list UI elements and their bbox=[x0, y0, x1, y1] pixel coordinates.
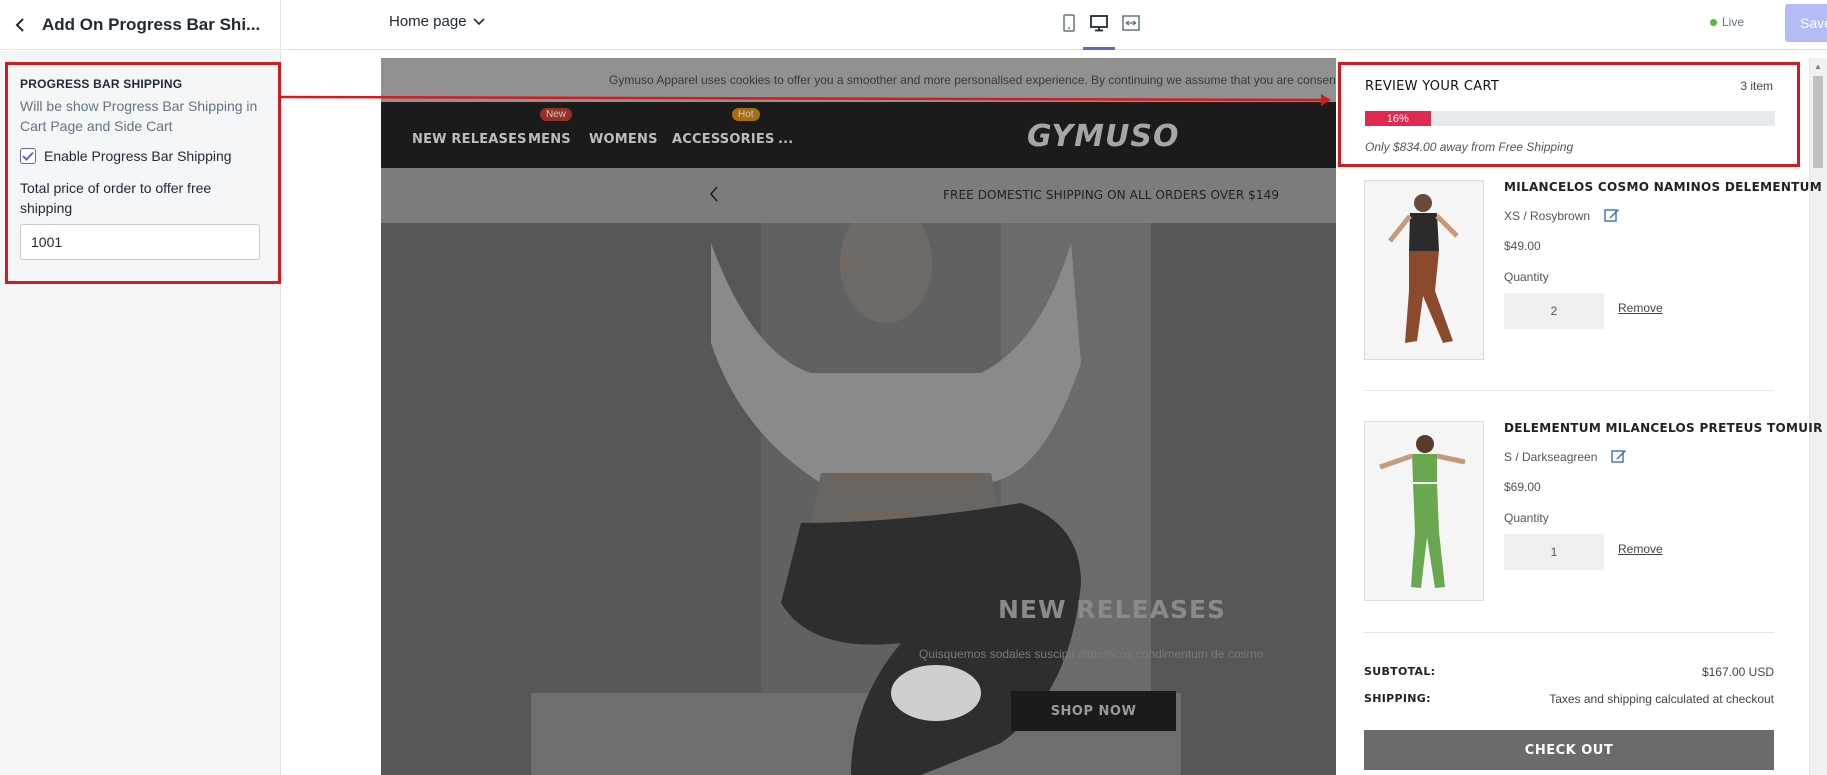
scroll-up-icon[interactable]: ▲ bbox=[1814, 62, 1822, 71]
fullscreen-view-button[interactable] bbox=[1120, 12, 1142, 34]
checkout-button[interactable]: CHECK OUT bbox=[1364, 730, 1774, 770]
nav-item-mens[interactable]: MENS bbox=[528, 132, 571, 147]
product-price: $49.00 bbox=[1504, 239, 1541, 253]
hero-photo bbox=[381, 223, 1336, 775]
settings-heading: PROGRESS BAR SHIPPING bbox=[20, 77, 183, 91]
enable-progress-bar-label: Enable Progress Bar Shipping bbox=[44, 148, 232, 164]
product-name[interactable]: MILANCELOS COSMO NAMINOS DELEMENTUM bbox=[1504, 180, 1822, 194]
remove-link[interactable]: Remove bbox=[1618, 301, 1663, 315]
product-image[interactable] bbox=[1364, 180, 1484, 360]
cookie-text: Gymuso Apparel uses cookies to offer you… bbox=[609, 73, 1336, 87]
save-button[interactable]: Save bbox=[1785, 4, 1827, 42]
quantity-value: 1 bbox=[1550, 545, 1558, 559]
product-price: $69.00 bbox=[1504, 480, 1541, 494]
remove-link[interactable]: Remove bbox=[1618, 542, 1663, 556]
hero-subtitle: Quisquemos sodales suscipit ditaemcos co… bbox=[919, 647, 1264, 661]
live-label: Live bbox=[1722, 15, 1745, 29]
shipping-value: Taxes and shipping calculated at checkou… bbox=[1549, 692, 1774, 706]
product-image[interactable] bbox=[1364, 421, 1484, 601]
store-preview: Gymuso Apparel uses cookies to offer you… bbox=[381, 58, 1336, 775]
cart-progress-header: REVIEW YOUR CART 3 item 16% Only $834.00… bbox=[1338, 62, 1800, 167]
desktop-icon bbox=[1090, 15, 1108, 32]
edit-icon[interactable] bbox=[1611, 448, 1629, 466]
editor-topbar: Add On Progress Bar Shi... Home page Liv… bbox=[0, 0, 1827, 50]
progress-bar-settings-panel: PROGRESS BAR SHIPPING Will be show Progr… bbox=[5, 62, 281, 284]
enable-progress-bar-row[interactable]: Enable Progress Bar Shipping bbox=[20, 148, 266, 164]
hero-banner: NEW RELEASES Quisquemos sodales suscipit… bbox=[381, 223, 1336, 775]
announcement-text: FREE DOMESTIC SHIPPING ON ALL ORDERS OVE… bbox=[943, 188, 1280, 202]
cart-title: REVIEW YOUR CART bbox=[1365, 79, 1500, 94]
cookie-banner: Gymuso Apparel uses cookies to offer you… bbox=[381, 58, 1336, 102]
product-variant-text: XS / Rosybrown bbox=[1504, 209, 1591, 223]
divider bbox=[1364, 390, 1774, 391]
shipping-progress-bar: 16% bbox=[1365, 111, 1775, 126]
quantity-label: Quantity bbox=[1504, 270, 1549, 284]
quantity-label: Quantity bbox=[1504, 511, 1549, 525]
quantity-input[interactable]: 1 bbox=[1504, 534, 1604, 570]
fullscreen-icon bbox=[1122, 15, 1140, 31]
scroll-thumb[interactable] bbox=[1813, 76, 1823, 168]
mobile-icon bbox=[1063, 14, 1075, 32]
product-name[interactable]: DELEMENTUM MILANCELOS PRETEUS TOMUIR bbox=[1504, 421, 1823, 435]
hero-title: NEW RELEASES bbox=[998, 595, 1227, 624]
cart-scrollbar[interactable]: ▲ bbox=[1809, 58, 1827, 775]
subtotal-row: SUBTOTAL: $167.00 USD bbox=[1364, 665, 1774, 679]
announcement-bar: FREE DOMESTIC SHIPPING ON ALL ORDERS OVE… bbox=[381, 168, 1336, 223]
shipping-progress-fill: 16% bbox=[1365, 111, 1431, 126]
active-device-indicator bbox=[1083, 47, 1115, 50]
product-variant: XS / Rosybrown bbox=[1504, 207, 1622, 225]
desktop-view-button[interactable] bbox=[1088, 12, 1110, 34]
nav-badge-new: New bbox=[540, 108, 573, 121]
checkmark-icon bbox=[22, 151, 34, 161]
product-variant: S / Darkseagreen bbox=[1504, 448, 1629, 466]
chevron-left-icon[interactable] bbox=[12, 17, 28, 33]
mobile-view-button[interactable] bbox=[1058, 12, 1080, 34]
chevron-down-icon bbox=[472, 13, 485, 30]
edit-icon[interactable] bbox=[1604, 207, 1622, 225]
settings-sidebar: PROGRESS BAR SHIPPING Will be show Progr… bbox=[0, 51, 281, 775]
nav-item-accessories[interactable]: ACCESSORIES bbox=[672, 132, 775, 147]
nav-item-more[interactable]: ... bbox=[778, 132, 793, 147]
quantity-input[interactable]: 2 bbox=[1504, 293, 1604, 329]
subtotal-value: $167.00 USD bbox=[1701, 665, 1774, 679]
live-dot-icon bbox=[1710, 18, 1717, 26]
chevron-left-icon[interactable] bbox=[709, 186, 719, 207]
shipping-row: SHIPPING: Taxes and shipping calculated … bbox=[1364, 692, 1774, 706]
quantity-value: 2 bbox=[1550, 304, 1558, 318]
live-status: Live bbox=[1710, 15, 1744, 29]
store-logo[interactable]: GYMUSO bbox=[1027, 119, 1179, 154]
shipping-label: SHIPPING: bbox=[1364, 692, 1431, 705]
divider bbox=[1364, 632, 1774, 633]
page-selector[interactable]: Home page bbox=[389, 13, 485, 30]
nav-badge-hot: Hot bbox=[732, 108, 760, 121]
nav-item-new-releases[interactable]: NEW RELEASES bbox=[412, 132, 527, 147]
cart-item-count: 3 item bbox=[1740, 79, 1773, 93]
shop-now-button[interactable]: SHOP NOW bbox=[1011, 691, 1176, 731]
nav-item-womens[interactable]: WOMENS bbox=[589, 132, 658, 147]
topbar-section-header: Add On Progress Bar Shi... bbox=[0, 0, 281, 50]
store-navigation: NEW RELEASES New MENS WOMENS Hot ACCESSO… bbox=[381, 102, 1336, 168]
free-shipping-note: Only $834.00 away from Free Shipping bbox=[1365, 140, 1574, 154]
section-title: Add On Progress Bar Shi... bbox=[42, 15, 261, 34]
subtotal-label: SUBTOTAL: bbox=[1364, 665, 1436, 678]
enable-progress-bar-checkbox[interactable] bbox=[20, 148, 36, 164]
total-price-label: Total price of order to offer free shipp… bbox=[20, 180, 212, 216]
product-variant-text: S / Darkseagreen bbox=[1504, 450, 1598, 464]
page-selector-label: Home page bbox=[389, 13, 467, 30]
shipping-progress-label: 16% bbox=[1386, 112, 1409, 125]
settings-description: Will be show Progress Bar Shipping in Ca… bbox=[20, 98, 258, 134]
total-price-input[interactable] bbox=[20, 224, 260, 260]
